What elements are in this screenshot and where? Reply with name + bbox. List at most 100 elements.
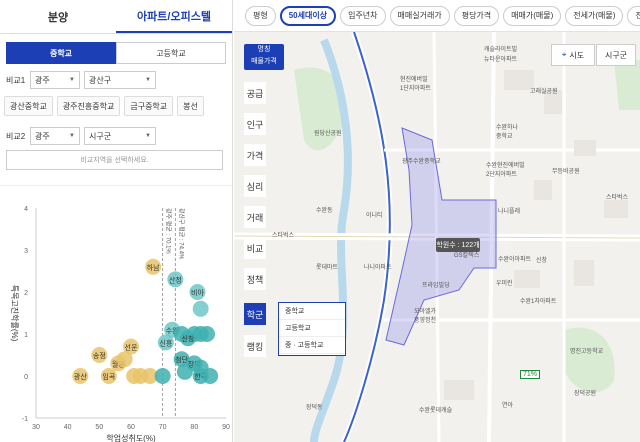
filter-size[interactable]: 평형: [245, 5, 276, 26]
map-label: 뉴타운아파트: [484, 57, 518, 63]
data-point: [202, 368, 219, 384]
region-label: 시구군: [604, 50, 628, 60]
map-label: 나니플레: [498, 209, 521, 215]
average-line-label: 광주 평균 : 70.1%: [165, 208, 173, 254]
map-label: 프라임빌딩: [422, 283, 450, 289]
y-tick-label: 0: [24, 374, 28, 381]
chevron-down-icon: ▼: [69, 77, 75, 83]
map-label: 수완하나: [496, 125, 519, 131]
compare1-row: 비교1 광주 ▼ 광산구 ▼: [6, 70, 226, 90]
side-transaction[interactable]: 거래: [244, 206, 266, 228]
map-base: [234, 0, 640, 442]
average-line-label: 광산구 평균 : 74.4%: [177, 208, 185, 260]
y-tick-label: 1: [24, 332, 28, 339]
side-menu: 공급 인구 가격 심리 거래 비교 정책 학군 랭킹: [244, 82, 266, 372]
side-supply[interactable]: 공급: [244, 82, 266, 104]
map-label: 스타벅스: [272, 233, 295, 239]
map-label: 우미린: [496, 281, 513, 287]
filter-price-per-pyeong[interactable]: 평당가격: [453, 5, 500, 26]
filter-jeonse-listing[interactable]: 전세가(매물): [565, 5, 624, 26]
compare1-city-value: 광주: [35, 75, 50, 85]
side-sentiment[interactable]: 심리: [244, 175, 266, 197]
left-panel: 분양 아파트/오피스텔 중학교 고등학교 비교1 광주 ▼ 광산구 ▼ 광산중학교 …: [0, 0, 233, 442]
school-type-popup: 중학교 고등학교 중 · 고등학교: [278, 302, 346, 356]
popup-both[interactable]: 중 · 고등학교: [279, 337, 345, 354]
compare2-district-select[interactable]: 시구군 ▼: [84, 127, 156, 145]
locate-button[interactable]: ⌖ 시도: [551, 44, 595, 66]
chevron-down-icon: ▼: [145, 77, 151, 83]
compare2-row: 비교2 광주 ▼ 시구군 ▼: [6, 126, 160, 146]
side-school[interactable]: 학군: [244, 303, 266, 325]
school-chips: 광산중학교 광주진흥중학교 금구중학교 봉선: [4, 96, 204, 116]
badge-line2: 매물가격: [251, 58, 277, 65]
middle-school-button[interactable]: 중학교: [6, 42, 116, 64]
y-tick-label: 2: [24, 290, 28, 297]
compare1-city-select[interactable]: 광주 ▼: [30, 71, 80, 89]
filter-bar: 평형 50세대이상 입주년차 매매실거래가 평당가격 매매가(매물) 전세가(매…: [234, 0, 640, 32]
tab-apartment[interactable]: 아파트/오피스텔: [116, 0, 232, 33]
label-mode-toggle[interactable]: 명칭 매물가격: [244, 44, 284, 70]
data-point-label: 광산: [74, 372, 87, 381]
data-point: [116, 351, 133, 368]
filter-sale-listing[interactable]: 매매가(매물): [503, 5, 562, 26]
map-area[interactable]: 평형 50세대이상 입주년차 매매실거래가 평당가격 매매가(매물) 전세가(매…: [234, 0, 640, 442]
map-label: 중학교: [496, 134, 513, 140]
x-tick-label: 40: [64, 424, 72, 431]
school-chip[interactable]: 금구중학교: [124, 96, 174, 116]
side-ranking[interactable]: 랭킹: [244, 335, 266, 357]
popup-middle[interactable]: 중학교: [279, 303, 345, 320]
map-label: 2단지아파트: [486, 172, 517, 178]
map-label: 수완1차아파트: [520, 299, 557, 305]
school-chip[interactable]: 광산중학교: [4, 96, 53, 116]
map-label: 스타벅스: [606, 195, 629, 201]
compare1-district-value: 광산구: [89, 75, 112, 85]
map-label: 원당산공원: [314, 131, 342, 137]
rate-flag[interactable]: 71%: [520, 370, 541, 379]
data-point-label: 비아: [191, 288, 204, 297]
x-tick-label: 70: [159, 424, 167, 431]
data-point-label: 산정: [169, 275, 182, 284]
side-price[interactable]: 가격: [244, 144, 266, 166]
map-label: 연아: [502, 403, 514, 409]
x-tick-label: 50: [95, 424, 103, 431]
filter-households[interactable]: 50세대이상: [279, 5, 337, 26]
top-tabs: 분양 아파트/오피스텔: [0, 0, 232, 34]
compare-hint: 비교지역을 선택하세요.: [6, 150, 223, 170]
data-point: [154, 368, 171, 384]
x-tick-label: 60: [127, 424, 135, 431]
map-label: 장덕동: [306, 405, 323, 411]
map-label: 장덕공원: [574, 391, 597, 397]
filter-age[interactable]: 입주년차: [340, 5, 386, 26]
map-label: 수완롯데캐슬: [419, 408, 453, 414]
popup-high[interactable]: 고등학교: [279, 320, 345, 337]
side-policy[interactable]: 정책: [244, 268, 266, 290]
compare1-district-select[interactable]: 광산구 ▼: [84, 71, 156, 89]
data-point: [199, 326, 215, 342]
map-label: 신창: [536, 258, 548, 264]
compare2-label: 비교2: [6, 131, 26, 141]
filter-jeonse[interactable]: 전세: [627, 5, 640, 26]
side-compare[interactable]: 비교: [244, 237, 266, 259]
map-label: 이니티: [366, 213, 383, 219]
map-label: 나니아파트: [364, 265, 392, 271]
data-point-label: 하남: [147, 263, 160, 272]
region-select-button[interactable]: 시구군: [596, 44, 636, 66]
y-axis-label: 특목고진학률(%): [10, 285, 20, 342]
map-label: 수완동: [316, 208, 333, 214]
map-label: GS칼텍스: [454, 253, 480, 259]
locate-label: 시도: [569, 50, 585, 60]
school-chip[interactable]: 광주진흥중학교: [56, 96, 121, 116]
side-population[interactable]: 인구: [244, 113, 266, 135]
tab-presale[interactable]: 분양: [0, 0, 116, 33]
high-school-button[interactable]: 고등학교: [116, 42, 226, 64]
map-label: 수완현진에버빌: [486, 163, 525, 169]
map-label: 캐슬라이트빌: [484, 47, 518, 53]
school-chip[interactable]: 봉선: [177, 96, 204, 116]
school-type-toggle: 중학교 고등학교: [6, 42, 226, 64]
map-label: 롯데마트: [316, 265, 339, 271]
map-label: 모아엘가: [414, 309, 437, 315]
compare2-city-select[interactable]: 광주 ▼: [30, 127, 80, 145]
y-tick-label: 3: [24, 248, 28, 255]
y-tick-label: -1: [22, 416, 28, 423]
filter-trade-price[interactable]: 매매실거래가: [389, 5, 450, 26]
